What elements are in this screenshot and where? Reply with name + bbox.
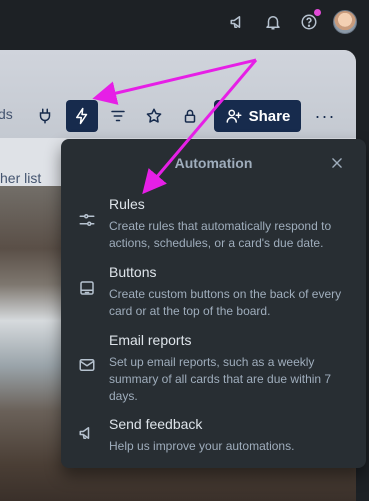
more-options-button[interactable]: ··· xyxy=(312,103,338,129)
send-feedback-title: Send feedback xyxy=(109,416,203,432)
close-icon[interactable] xyxy=(325,151,349,175)
megaphone-icon xyxy=(77,423,97,443)
power-ups-plug-icon[interactable] xyxy=(32,103,58,129)
avatar[interactable] xyxy=(333,10,357,34)
mail-icon xyxy=(77,355,97,375)
board-header: ds Share ··· xyxy=(0,50,356,138)
add-person-icon xyxy=(226,109,242,123)
filter-icon[interactable] xyxy=(105,103,131,129)
star-icon[interactable] xyxy=(141,103,167,129)
automation-item-buttons[interactable]: Buttons Create custom buttons on the bac… xyxy=(61,264,366,320)
rules-sliders-icon xyxy=(77,210,97,230)
automation-item-email-reports[interactable]: Email reports Set up email reports, such… xyxy=(61,332,366,404)
app-window: ds Share ··· her list Automation Rules C… xyxy=(0,0,369,501)
lock-icon[interactable] xyxy=(177,103,203,129)
list-tab-text[interactable]: her list xyxy=(0,170,41,190)
send-feedback-description: Help us improve your automations. xyxy=(109,439,295,453)
buttons-description: Create custom buttons on the back of eve… xyxy=(109,287,342,318)
rules-description: Create rules that automatically respond … xyxy=(109,219,332,250)
automation-item-send-feedback[interactable]: Send feedback Help us improve your autom… xyxy=(61,416,366,456)
board-header-text: ds xyxy=(0,106,13,122)
top-bar xyxy=(0,0,369,44)
rules-title: Rules xyxy=(109,196,145,212)
buttons-card-icon xyxy=(77,278,97,298)
buttons-title: Buttons xyxy=(109,264,157,280)
email-reports-description: Set up email reports, such as a weekly s… xyxy=(109,355,332,403)
share-label: Share xyxy=(248,107,291,125)
email-reports-title: Email reports xyxy=(109,332,192,348)
share-button[interactable]: Share xyxy=(214,100,301,132)
megaphone-icon[interactable] xyxy=(226,10,250,34)
notification-dot xyxy=(314,9,321,16)
automation-item-rules[interactable]: Rules Create rules that automatically re… xyxy=(61,196,366,252)
bell-icon[interactable] xyxy=(261,10,285,34)
automation-bolt-icon[interactable] xyxy=(66,100,98,132)
automation-popover: Automation Rules Create rules that autom… xyxy=(61,139,366,468)
popover-title: Automation xyxy=(174,155,253,171)
